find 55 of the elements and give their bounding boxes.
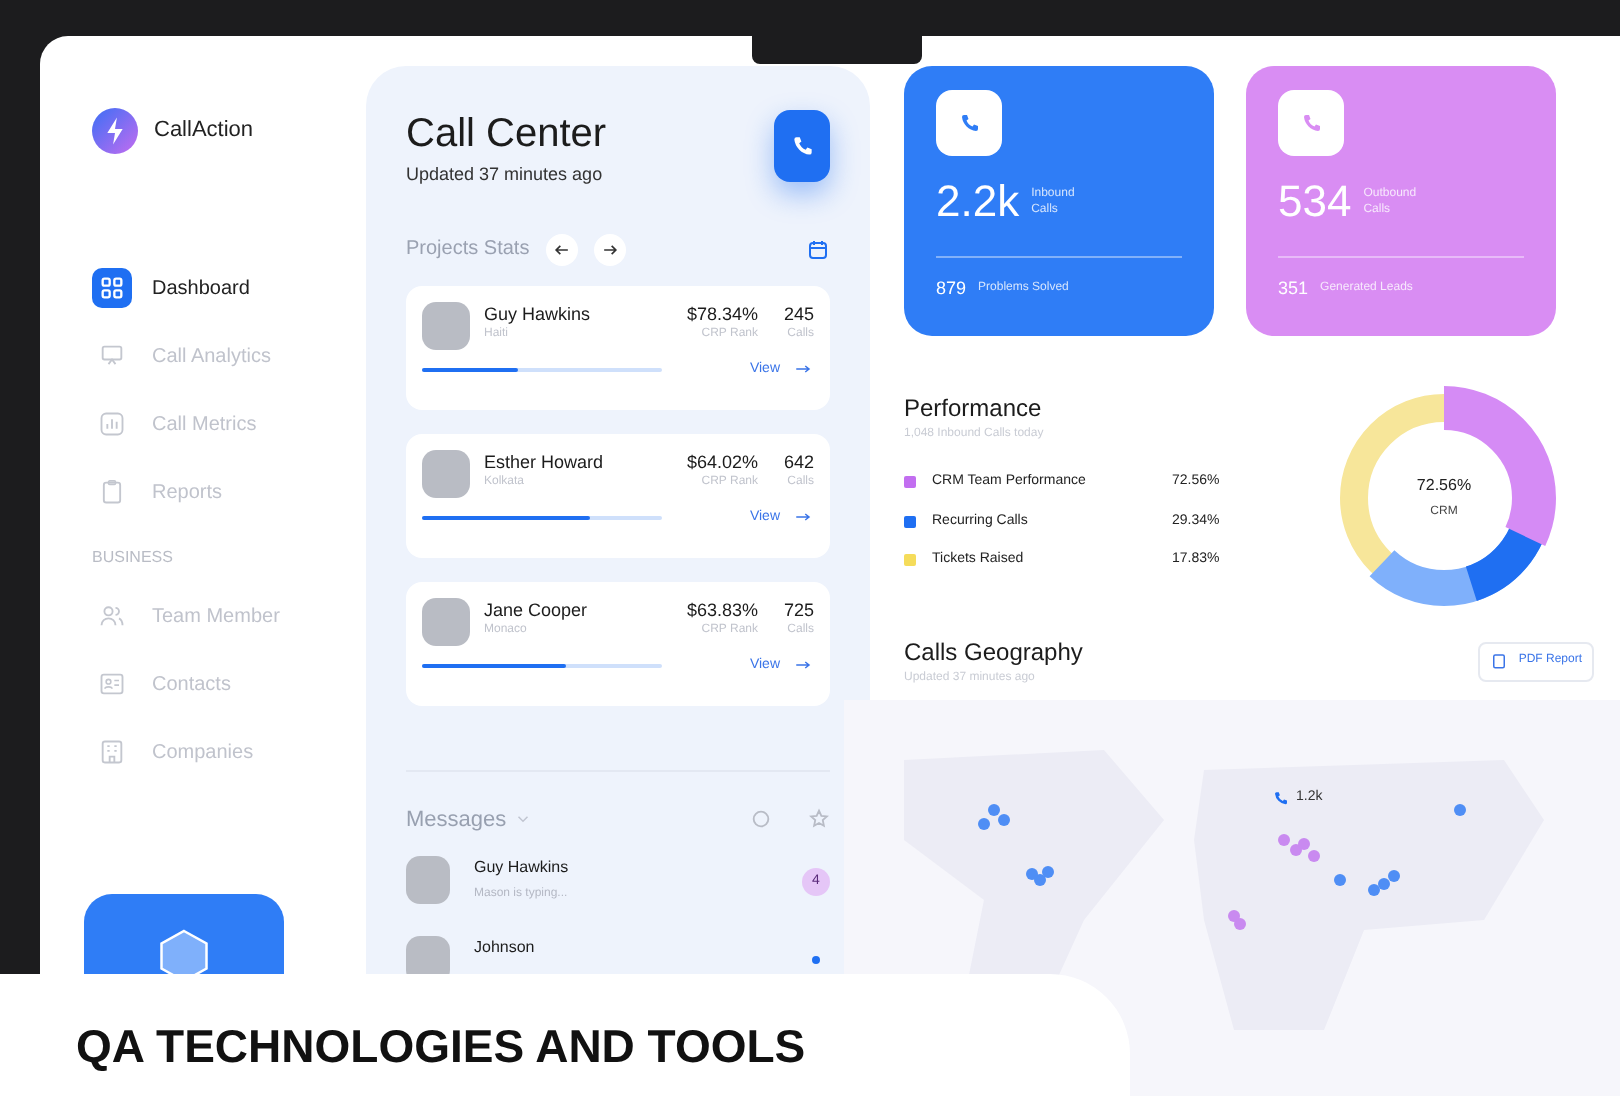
star-icon	[808, 808, 830, 831]
building-icon	[98, 738, 126, 766]
call-button[interactable]	[774, 110, 830, 182]
previous-button[interactable]	[545, 233, 578, 265]
caption-heading: QA TECHNOLOGIES AND TOOLS	[76, 1018, 808, 1074]
rate-value: $78.34%	[686, 301, 758, 325]
avatar-placeholder	[422, 597, 470, 645]
nav-item[interactable]: Call Analytics	[92, 322, 366, 390]
panel-title: Call Center	[406, 110, 607, 158]
nav-item[interactable]: Call Metrics	[92, 390, 366, 458]
rate-value: $64.02%	[686, 449, 758, 473]
agent-name: Guy Hawkins	[484, 301, 593, 325]
stat-value: 2.2k	[936, 176, 1020, 228]
search-icon	[750, 808, 772, 831]
section-title: Projects Stats	[406, 236, 530, 264]
panel-subtitle: Updated 37 minutes ago	[406, 162, 605, 188]
rate-value: $63.83%	[686, 597, 758, 621]
agent-name: Jane Cooper	[484, 597, 590, 621]
arrow-left-icon	[551, 239, 572, 259]
phone-icon	[1299, 111, 1323, 135]
section-title: Performance	[904, 392, 1044, 426]
section-title: Messages	[406, 805, 507, 835]
avatar-placeholder	[422, 301, 470, 349]
users-icon	[98, 602, 126, 630]
app-name: CallAction	[154, 116, 254, 147]
monitor-icon	[98, 342, 126, 370]
phone-icon	[1272, 789, 1290, 808]
avatar-placeholder	[422, 449, 470, 497]
footer-value: 351	[1278, 276, 1309, 302]
nav-item[interactable]: Dashboard	[92, 254, 366, 322]
bolt-logo-icon	[92, 108, 138, 154]
contact-card-icon	[98, 670, 126, 698]
chart-icon	[98, 410, 126, 438]
phone-icon	[957, 111, 981, 135]
avatar-placeholder	[406, 856, 450, 904]
contact-name: Johnson	[474, 936, 537, 960]
section-title: Calls Geography	[904, 636, 1083, 670]
arrow-right-icon	[599, 239, 620, 259]
calls-value: 245	[783, 301, 814, 325]
footer-value: 879	[936, 276, 967, 302]
grid-icon	[98, 274, 126, 302]
section-label: BUSINESS	[92, 546, 175, 570]
stat-value: 534	[1278, 176, 1352, 228]
calendar-icon	[806, 237, 830, 261]
nav-item[interactable]: Reports	[92, 458, 366, 526]
phone-icon	[789, 133, 815, 159]
donut-value: 72.56%	[1416, 474, 1472, 498]
nav-item[interactable]: Team Member	[92, 582, 366, 650]
nav-item[interactable]: Companies	[92, 718, 366, 786]
next-button[interactable]	[593, 233, 626, 265]
contact-name: Guy Hawkins	[474, 856, 571, 880]
calls-value: 725	[783, 597, 814, 621]
nav-item[interactable]: Contacts	[92, 650, 366, 718]
agent-name: Esther Howard	[484, 449, 606, 473]
calls-value: 642	[783, 449, 814, 473]
